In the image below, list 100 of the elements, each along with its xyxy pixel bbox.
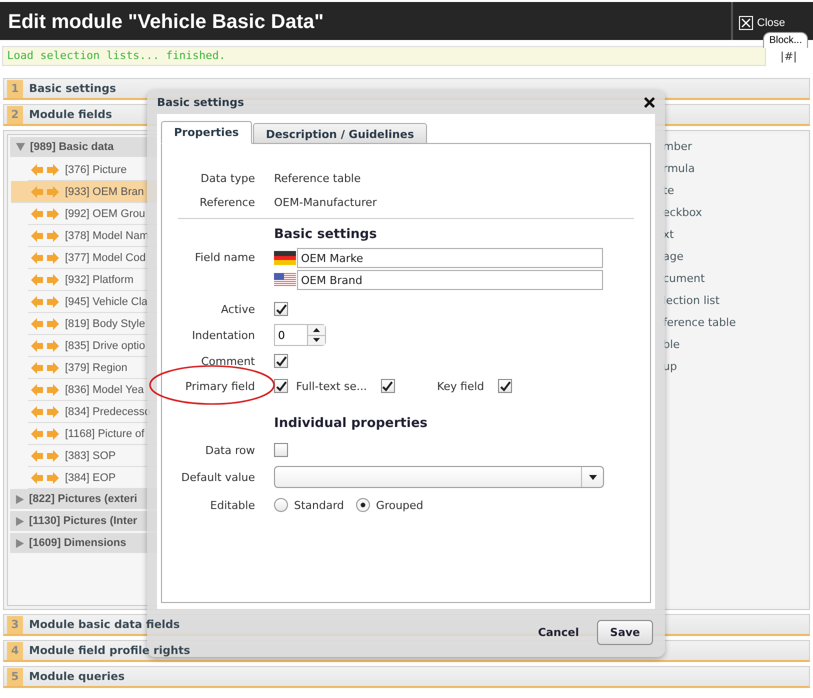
left-right-arrows-icon — [31, 274, 59, 286]
left-right-arrows-icon — [31, 208, 59, 220]
tab[interactable]: Properties — [161, 121, 252, 144]
field-value: OEM-Manufacturer — [274, 196, 377, 208]
cancel-link[interactable]: Cancel — [538, 626, 580, 638]
collapsed-triangle-icon[interactable] — [16, 538, 24, 548]
checkbox[interactable] — [380, 379, 395, 393]
section-title: Module fields — [29, 108, 112, 121]
item-label: [819] Body Style — [65, 318, 146, 330]
field-label: Default value — [180, 470, 255, 484]
input-field[interactable]: OEM Marke — [297, 248, 603, 268]
field-type-item[interactable]: up — [663, 360, 677, 372]
field-type-item[interactable]: rmula — [663, 162, 695, 174]
item-label: [835] Drive optio — [65, 340, 146, 352]
section-number: 4 — [7, 642, 23, 660]
section-number: 1 — [7, 80, 23, 98]
field-type-item[interactable]: xt — [663, 228, 674, 240]
left-right-arrows-icon — [31, 406, 59, 418]
left-right-arrows-icon — [31, 230, 59, 242]
close-button[interactable]: Close — [733, 8, 813, 32]
collapsed-triangle-icon[interactable] — [16, 494, 24, 504]
field-type-item[interactable]: cument — [663, 272, 705, 284]
field-label: Data row — [204, 444, 255, 456]
left-right-arrows-icon — [31, 450, 59, 462]
field-label: Comment — [200, 354, 255, 368]
item-label: [383] SOP — [65, 450, 116, 462]
section-heading: Basic settings — [273, 227, 378, 242]
field-type-item[interactable]: age — [663, 250, 684, 262]
field-type-item[interactable]: mber — [663, 140, 692, 152]
left-right-arrows-icon — [31, 164, 59, 176]
left-right-arrows-icon — [31, 428, 59, 440]
checkbox[interactable] — [274, 443, 288, 457]
item-label: [377] Model Cod — [65, 252, 146, 264]
left-right-arrows-icon — [31, 384, 59, 396]
radio-button[interactable] — [274, 498, 288, 512]
number-spinner[interactable]: 0 — [274, 324, 326, 346]
save-button[interactable]: Save — [597, 620, 653, 644]
close-icon — [739, 16, 753, 30]
section-number: 2 — [7, 106, 23, 124]
left-right-arrows-icon — [31, 318, 59, 330]
field-label: Primary field — [184, 380, 255, 392]
field-type-item[interactable]: ble — [663, 338, 680, 350]
checkbox[interactable] — [498, 379, 512, 393]
section-number: 5 — [7, 668, 23, 686]
section-header[interactable]: 5 Module queries — [3, 666, 810, 688]
radio-label: Standard — [294, 498, 344, 512]
item-label: [376] Picture — [65, 164, 127, 176]
item-label: [1168] Picture of — [65, 428, 144, 440]
field-type-item[interactable]: eckbox — [663, 206, 702, 218]
flag-icon — [274, 251, 296, 265]
window-title: Edit module "Vehicle Basic Data" — [7, 10, 325, 35]
field-label: Indentation — [190, 328, 255, 342]
collapsed-triangle-icon[interactable] — [16, 516, 24, 526]
field-label: Editable — [209, 498, 255, 512]
item-label: [378] Model Nam — [65, 230, 149, 242]
input-field[interactable]: OEM Brand — [297, 270, 603, 290]
field-label: Full-text se... — [296, 380, 367, 392]
section-title: Module basic data fields — [29, 618, 180, 631]
section-title: Module queries — [29, 670, 125, 683]
group-label: [989] Basic data — [30, 141, 114, 153]
field-type-item[interactable]: ference table — [663, 316, 736, 328]
item-label: [834] Predecesso — [65, 406, 151, 418]
left-right-arrows-icon — [31, 252, 59, 264]
group-label: [1609] Dimensions — [29, 537, 126, 549]
item-label: [933] OEM Bran — [65, 186, 144, 198]
left-right-arrows-icon — [31, 186, 59, 198]
field-type-item[interactable]: te — [663, 184, 674, 196]
field-label: Field name — [194, 251, 255, 264]
tab[interactable]: Description / Guidelines — [252, 123, 428, 144]
field-type-item[interactable]: lection list — [663, 294, 720, 306]
flag-icon — [274, 273, 296, 287]
section-title: Module field profile rights — [29, 644, 190, 657]
checkbox[interactable] — [274, 302, 288, 316]
item-label: [836] Model Yea — [65, 384, 144, 396]
checkbox[interactable] — [274, 354, 288, 368]
section-number: 3 — [7, 616, 23, 634]
group-label: [822] Pictures (exteri — [29, 493, 138, 505]
section-title: Basic settings — [29, 82, 116, 95]
field-label: Active — [220, 302, 255, 316]
radio-label: Grouped — [376, 498, 424, 512]
left-right-arrows-icon — [31, 340, 59, 352]
block-tab[interactable]: Block... — [763, 32, 808, 48]
status-message: Load selection lists... finished. — [2, 46, 766, 66]
section-heading: Individual properties — [273, 416, 429, 431]
item-label: [945] Vehicle Cla — [65, 296, 148, 308]
anchor-link[interactable]: |#| — [780, 50, 797, 62]
left-right-arrows-icon — [31, 362, 59, 374]
field-label: Data type — [200, 172, 255, 184]
field-value: Reference table — [274, 172, 361, 184]
group-label: [1130] Pictures (Inter — [29, 515, 138, 527]
item-label: [384] EOP — [65, 472, 116, 484]
item-label: [932] Platform — [65, 274, 134, 286]
left-right-arrows-icon — [31, 472, 59, 484]
close-icon[interactable] — [644, 96, 655, 108]
field-label: Key field — [436, 380, 484, 392]
radio-button[interactable] — [356, 498, 370, 512]
expanded-triangle-icon[interactable] — [16, 143, 25, 151]
field-label: Reference — [198, 196, 255, 208]
checkbox[interactable] — [274, 379, 288, 393]
item-label: [992] OEM Grou — [65, 208, 146, 220]
